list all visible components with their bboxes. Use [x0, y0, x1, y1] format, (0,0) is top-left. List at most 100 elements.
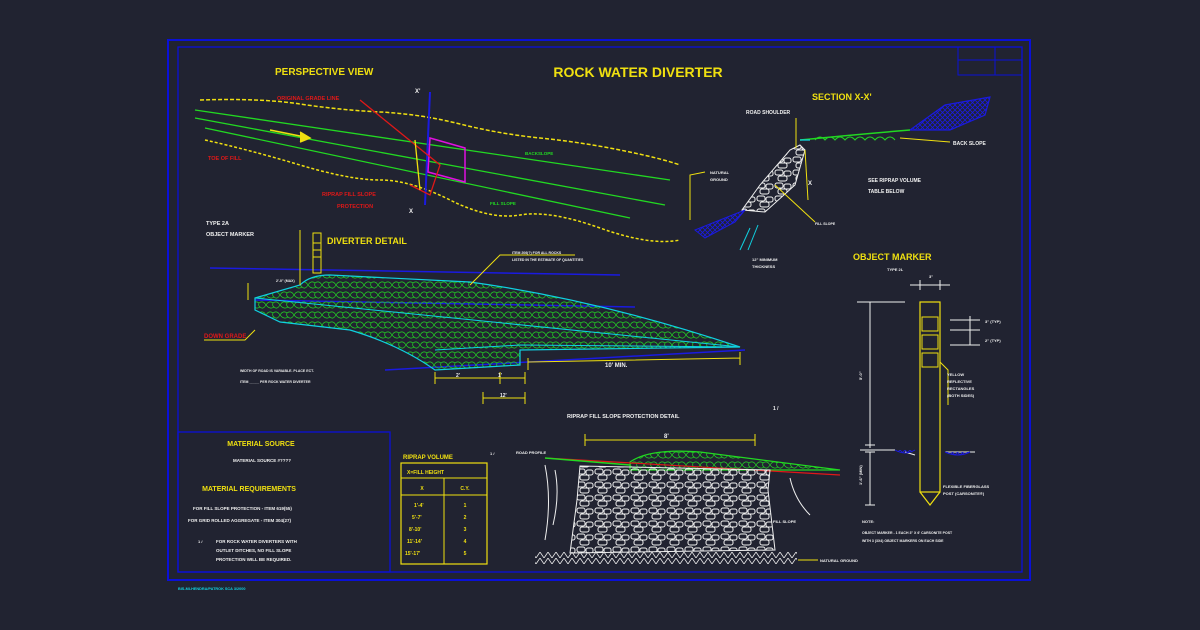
fill-slope-label: FILL SLOPE	[490, 201, 516, 206]
section-view: SECTION X-X' ROAD SHOULDER BACK SLOPE NA…	[689, 92, 991, 269]
riprap-row-x: 11'-14'	[407, 539, 422, 545]
dim-2-label: 2'	[456, 373, 460, 379]
fill-protection-detail: RIPRAP FILL SLOPE PROTECTION DETAIL 8' R…	[516, 414, 858, 564]
fill-slope-rock	[741, 144, 806, 213]
note-head: NOTE:	[862, 519, 874, 524]
riprap-table: RIPRAP VOLUME X=FILL HEIGHT X C.Y. 1'-4'…	[400, 455, 488, 565]
see-riprap-label-2: TABLE BELOW	[868, 189, 905, 195]
note-1: OBJECT MARKER - 1 EACH 3" X 6' CARSONITE…	[862, 531, 953, 535]
riprap-table-rows: 1'-4' 1 5'-7' 2 8'-10' 3 11'-14' 4 15'-1…	[405, 503, 467, 557]
perspective-view: PERSPECTIVE VIEW ORIGINAL GRADE LINE TOE…	[194, 67, 681, 243]
back-slope-label: BACK SLOPE	[953, 141, 986, 147]
width-note-2: ITEM _____ PER ROCK WATER DIVERTER	[240, 380, 311, 384]
riprap-row-cy: 2	[464, 515, 467, 521]
drawing-footer: BIS-MI-HENDRA/PATROK SCA 3/2000	[178, 587, 245, 591]
fill-white-rocks	[569, 465, 776, 554]
x-top-label: X'	[415, 89, 421, 95]
marker-dim-typ-1: 3" (TYP)	[985, 319, 1001, 324]
down-grade-label: DOWN GRADE	[204, 334, 246, 340]
backslope-line-1	[194, 109, 671, 181]
type-2a-label: TYPE 2A	[206, 221, 229, 227]
title-block-corner	[957, 46, 1023, 76]
riprap-row-cy: 4	[464, 539, 467, 545]
section-heading: SECTION X-X'	[812, 92, 872, 102]
lower-grade-line	[204, 139, 681, 243]
yellow-label-1: YELLOW	[947, 372, 964, 377]
riprap-row-cy: 3	[464, 527, 467, 533]
riprap-row-cy: 5	[464, 551, 467, 557]
dim-10-min-label: 10' MIN.	[605, 363, 628, 369]
back-slope-rock	[908, 96, 991, 131]
marker-dim-typ-2: 2" (TYP)	[985, 338, 1001, 343]
object-marker-heading: OBJECT MARKER	[853, 252, 932, 262]
post-label-1: FLEXIBLE FIBERGLASS	[943, 484, 990, 489]
min-thickness-label-2: THICKNESS	[752, 264, 775, 269]
natural-ground-label-2: GROUND	[710, 177, 728, 182]
diverter-object-marker	[312, 232, 322, 274]
fill-slope-label-2: FILL SLOPE	[773, 519, 796, 524]
material-note-mark: 1 /	[198, 539, 203, 544]
see-riprap-label-1: SEE RIPRAP VOLUME	[868, 178, 922, 184]
item-note-2: LISTED IN THE ESTIMATE OF QUANTITIES	[512, 258, 584, 262]
yellow-label-3: RECTANGLES	[947, 386, 975, 391]
section-fill-slope-label: FILL SLOPE	[815, 222, 836, 226]
riprap-row-x: 8'-10'	[409, 527, 421, 533]
item-note-1: ITEM 206(?) FOR ALL ROCKS	[512, 251, 562, 255]
fill-detail-heading: RIPRAP FILL SLOPE PROTECTION DETAIL	[567, 414, 680, 420]
object-marker-label: OBJECT MARKER	[206, 232, 254, 238]
material-note-1: FOR ROCK WATER DIVERTERS WITH	[216, 539, 297, 544]
yellow-label-2: REFLECTIVE	[947, 379, 972, 384]
fill-green-cap	[629, 450, 841, 471]
stray-mark-1: 1 /	[773, 406, 779, 412]
dim-1-label: 1'	[498, 373, 502, 379]
min-thickness-label-1: 12" MINIMUM	[752, 257, 778, 262]
road-shoulder-label: ROAD SHOULDER	[746, 110, 791, 116]
riprap-col-cy: C.Y.	[460, 486, 470, 492]
natural-ground-label-1: NATURAL	[710, 170, 730, 175]
perspective-heading: PERSPECTIVE VIEW	[275, 67, 374, 78]
yellow-label-4: (BOTH SIDES)	[947, 393, 975, 398]
riprap-label-1: RIPRAP FILL SLOPE	[322, 192, 376, 198]
stray-mark-2: 1 /	[490, 451, 495, 456]
toe-of-fill-label: TOE OF FILL	[208, 156, 242, 162]
section-x-label: X	[808, 181, 812, 187]
material-note-3: PROTECTION WILL BE REQUIRED.	[216, 557, 291, 562]
natural-ground-hatch	[694, 209, 746, 239]
width-note-1: WIDTH OF ROAD IS VARIABLE. PLACE ECT.	[240, 369, 314, 373]
material-req-1: FOR FILL SLOPE PROTECTION - ITEM 619(55)	[193, 506, 292, 511]
object-marker-sub: TYPE 2L	[887, 267, 904, 272]
material-req-heading: MATERIAL REQUIREMENTS	[202, 486, 296, 493]
dim-12-label: 12'	[500, 393, 507, 399]
riprap-table-title: RIPRAP VOLUME	[403, 455, 453, 461]
dim-2-1	[434, 372, 526, 384]
original-grade-label: ORIGINAL GRADE LINE	[277, 96, 340, 102]
diverter-detail: DIVERTER DETAIL TYPE 2A OBJECT MARKER DO…	[204, 221, 746, 404]
natural-ground-label: NATURAL GROUND	[820, 558, 858, 563]
material-source-value: MATERIAL SOURCE #????	[233, 458, 291, 463]
marker-depth: 1'-6" (MIN)	[858, 465, 863, 485]
drawing-title: ROCK WATER DIVERTER	[553, 64, 722, 80]
material-box: MATERIAL SOURCE MATERIAL SOURCE #???? MA…	[177, 431, 391, 573]
backslope-label: BACKSLOPE	[525, 151, 553, 156]
marker-dim-top: 3"	[929, 274, 933, 279]
material-req-2: FOR GRID ROLLED AGGREGATE - ITEM 304(27)	[188, 518, 292, 523]
cad-drawing: PERSPECTIVE VIEW ORIGINAL GRADE LINE TOE…	[167, 39, 1031, 591]
marker-height: 5'-0"	[858, 371, 863, 380]
riprap-row-x: 5'-7'	[412, 515, 422, 521]
post-label-2: POST (CARSONITE®)	[943, 491, 985, 496]
riprap-col-x: X	[420, 486, 424, 492]
note-2: WITH 3 (3X4) OBJECT MARKERS ON EACH SIDE	[862, 539, 944, 543]
diverter-heading: DIVERTER DETAIL	[327, 236, 407, 246]
dim-10-min	[527, 352, 741, 370]
riprap-table-subtitle: X=FILL HEIGHT	[407, 470, 444, 476]
material-source-heading: MATERIAL SOURCE	[227, 441, 295, 448]
material-note-2: OUTLET DITCHES, NO FILL SLOPE	[216, 548, 291, 553]
riprap-row-cy: 1	[464, 503, 467, 509]
ground-hatch	[535, 552, 797, 564]
object-marker-detail: OBJECT MARKER TYPE 2L 3" 3" (TYP) 2" (TY…	[853, 252, 1001, 543]
x-bottom-label: X	[409, 209, 413, 215]
dim-top-label: 2'-0" (MAX)	[276, 279, 295, 283]
fill-detail-dim: 8'	[664, 434, 669, 440]
riprap-row-x: 1'-4'	[414, 503, 424, 509]
riprap-row-x: 15'-17'	[405, 551, 420, 557]
